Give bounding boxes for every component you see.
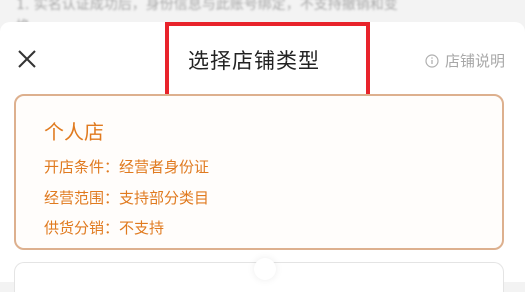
store-info-link[interactable]: 店铺说明: [425, 50, 505, 71]
store-type-sheet: 选择店铺类型 店铺说明 个人店 开店条件：经营者身份证 经营范围：支持部分类目 …: [0, 22, 525, 292]
background-notice-line1: 1. 实名认证成功后，身份信息与此账号绑定，不支持撤销和变: [16, 0, 398, 13]
store-info-label: 店铺说明: [444, 52, 505, 70]
sheet-header: 选择店铺类型 店铺说明: [0, 22, 525, 100]
card-row-distribution: 供货分销：不支持: [44, 219, 165, 237]
close-button[interactable]: [14, 46, 40, 72]
store-type-card-personal[interactable]: 个人店 开店条件：经营者身份证 经营范围：支持部分类目 供货分销：不支持: [14, 94, 504, 250]
card-title: 个人店: [44, 120, 104, 144]
close-icon: [18, 50, 36, 68]
indicator-dot: [254, 258, 276, 280]
card-row-scope: 经营范围：支持部分类目: [44, 189, 210, 207]
page-title: 选择店铺类型: [188, 49, 320, 73]
info-circle-icon: [425, 53, 439, 68]
card-row-requirement: 开店条件：经营者身份证: [44, 158, 210, 176]
